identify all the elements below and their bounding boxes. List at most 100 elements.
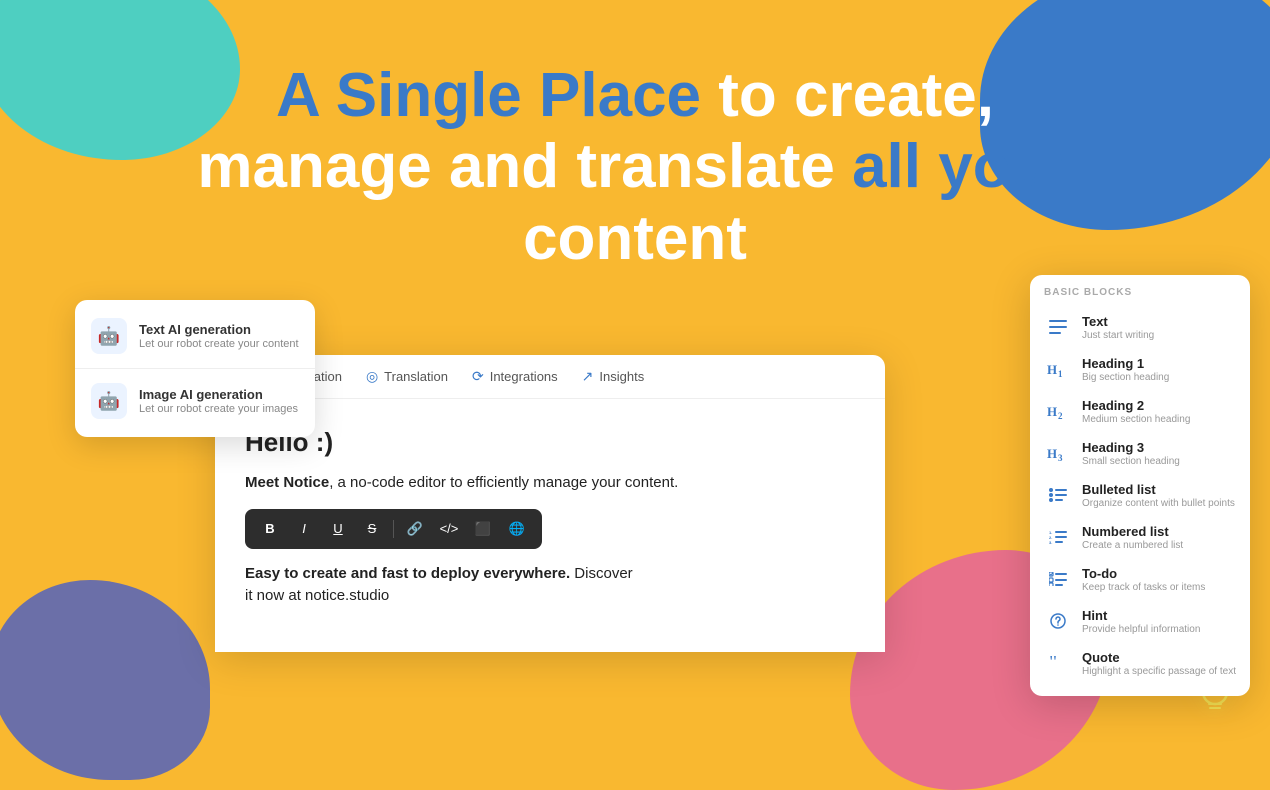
block-text-info: Text Just start writing: [1082, 314, 1154, 341]
integrations-icon: ⟳: [472, 368, 484, 385]
headline-part2: to create,: [701, 61, 994, 130]
text-ai-text: Text AI generation Let our robot create …: [139, 322, 299, 350]
tab-integrations-label: Integrations: [490, 369, 558, 384]
block-numbered-desc: Create a numbered list: [1082, 540, 1183, 551]
toolbar-code[interactable]: </>: [434, 515, 464, 543]
block-h3-desc: Small section heading: [1082, 456, 1180, 467]
toolbar-block[interactable]: ⬛: [468, 515, 498, 543]
toolbar-bold[interactable]: B: [255, 515, 285, 543]
block-h1-desc: Big section heading: [1082, 372, 1169, 383]
robot-icon-text: 🤖: [91, 318, 127, 354]
svg-text:2: 2: [1058, 411, 1063, 419]
svg-text:3: 3: [1058, 453, 1063, 461]
insights-icon: ↗: [582, 368, 594, 385]
toolbar-sep1: [393, 520, 394, 538]
editor-tabs: ⚙ Customization ◎ Translation ⟳ Integrat…: [215, 355, 885, 399]
block-quote-desc: Highlight a specific passage of text: [1082, 666, 1236, 677]
block-hint-desc: Provide helpful information: [1082, 624, 1200, 635]
block-todo-info: To-do Keep track of tasks or items: [1082, 566, 1205, 593]
block-hint-info: Hint Provide helpful information: [1082, 608, 1200, 635]
toolbar-italic[interactable]: I: [289, 515, 319, 543]
editor-panel: ⚙ Customization ◎ Translation ⟳ Integrat…: [215, 355, 885, 652]
editor-paragraph1: Meet Notice, a no-code editor to efficie…: [245, 472, 855, 495]
block-text-desc: Just start writing: [1082, 330, 1154, 341]
block-h1-title: Heading 1: [1082, 356, 1169, 371]
text-ai-generation-item[interactable]: 🤖 Text AI generation Let our robot creat…: [75, 308, 315, 364]
headline: A Single Place to create, manage and tra…: [0, 60, 1270, 274]
block-h1-info: Heading 1 Big section heading: [1082, 356, 1169, 383]
blocks-panel: BASIC BLOCKS Text Just start writing H 1…: [1030, 275, 1250, 696]
block-h2[interactable]: H 2 Heading 2 Medium section heading: [1030, 390, 1250, 432]
numbered-list-icon: 1. 2. 3.: [1044, 523, 1072, 551]
block-numbered-title: Numbered list: [1082, 524, 1183, 539]
svg-text:3.: 3.: [1049, 540, 1052, 544]
block-bulleted-desc: Organize content with bullet points: [1082, 498, 1235, 509]
headline-part5: content: [523, 204, 747, 273]
block-quote-title: Quote: [1082, 650, 1236, 665]
block-h2-title: Heading 2: [1082, 398, 1190, 413]
block-bulleted-list[interactable]: Bulleted list Organize content with bull…: [1030, 474, 1250, 516]
text-ai-subtitle: Let our robot create your content: [139, 338, 299, 350]
tab-translation-label: Translation: [384, 369, 448, 384]
image-ai-generation-item[interactable]: 🤖 Image AI generation Let our robot crea…: [75, 373, 315, 429]
block-h1[interactable]: H 1 Heading 1 Big section heading: [1030, 348, 1250, 390]
block-quote-info: Quote Highlight a specific passage of te…: [1082, 650, 1236, 677]
toolbar-strikethrough[interactable]: S: [357, 515, 387, 543]
tab-integrations[interactable]: ⟳ Integrations: [462, 362, 568, 391]
translation-icon: ◎: [366, 368, 378, 385]
toolbar-link[interactable]: 🔗: [400, 515, 430, 543]
tab-insights-label: Insights: [599, 369, 644, 384]
editor-highlight-strong: Easy to create and fast to deploy everyw…: [245, 565, 570, 582]
hint-icon: [1044, 607, 1072, 635]
block-h2-info: Heading 2 Medium section heading: [1082, 398, 1190, 425]
blocks-header: BASIC BLOCKS: [1030, 287, 1250, 306]
block-h2-desc: Medium section heading: [1082, 414, 1190, 425]
image-ai-text: Image AI generation Let our robot create…: [139, 387, 298, 415]
block-bulleted-title: Bulleted list: [1082, 482, 1235, 497]
svg-text:H: H: [1047, 362, 1057, 377]
headline-part4: all your: [852, 132, 1073, 201]
text-icon: [1044, 313, 1072, 341]
block-h3-info: Heading 3 Small section heading: [1082, 440, 1180, 467]
editor-paragraph1-rest: , a no-code editor to efficiently manage…: [329, 474, 678, 491]
tab-insights[interactable]: ↗ Insights: [572, 362, 655, 391]
block-quote[interactable]: " Quote Highlight a specific passage of …: [1030, 642, 1250, 684]
block-numbered-info: Numbered list Create a numbered list: [1082, 524, 1183, 551]
editor-content: Hello :) Meet Notice, a no-code editor t…: [215, 399, 885, 652]
svg-text:H: H: [1047, 446, 1057, 461]
block-hint-title: Hint: [1082, 608, 1200, 623]
toolbar-global[interactable]: 🌐: [502, 515, 532, 543]
headline-part3: manage and translate: [197, 132, 852, 201]
h3-icon: H 3: [1044, 439, 1072, 467]
toolbar-underline[interactable]: U: [323, 515, 353, 543]
block-text[interactable]: Text Just start writing: [1030, 306, 1250, 348]
editor-heading: Hello :): [245, 427, 855, 458]
block-todo-title: To-do: [1082, 566, 1205, 581]
block-todo-desc: Keep track of tasks or items: [1082, 582, 1205, 593]
tab-translation[interactable]: ◎ Translation: [356, 362, 458, 391]
block-text-title: Text: [1082, 314, 1154, 329]
editor-highlight: Easy to create and fast to deploy everyw…: [245, 563, 855, 608]
image-ai-title: Image AI generation: [139, 387, 298, 402]
headline-part1: A Single Place: [276, 61, 701, 130]
block-bulleted-info: Bulleted list Organize content with bull…: [1082, 482, 1235, 509]
image-ai-subtitle: Let our robot create your images: [139, 403, 298, 415]
block-h3[interactable]: H 3 Heading 3 Small section heading: [1030, 432, 1250, 474]
ai-popup: 🤖 Text AI generation Let our robot creat…: [75, 300, 315, 437]
text-ai-title: Text AI generation: [139, 322, 299, 337]
quote-icon: ": [1044, 649, 1072, 677]
h2-icon: H 2: [1044, 397, 1072, 425]
block-numbered-list[interactable]: 1. 2. 3. Numbered list Create a numbered…: [1030, 516, 1250, 558]
svg-text:1: 1: [1058, 369, 1063, 377]
block-hint[interactable]: Hint Provide helpful information: [1030, 600, 1250, 642]
editor-paragraph1-prefix: Meet Notice: [245, 474, 329, 491]
editor-toolbar: B I U S 🔗 </> ⬛ 🌐: [245, 509, 542, 549]
h1-icon: H 1: [1044, 355, 1072, 383]
svg-text:H: H: [1047, 404, 1057, 419]
blob-purple: [0, 580, 210, 780]
ai-popup-divider: [75, 368, 315, 369]
block-todo[interactable]: To-do Keep track of tasks or items: [1030, 558, 1250, 600]
robot-icon-image: 🤖: [91, 383, 127, 419]
block-h3-title: Heading 3: [1082, 440, 1180, 455]
bulleted-list-icon: [1044, 481, 1072, 509]
